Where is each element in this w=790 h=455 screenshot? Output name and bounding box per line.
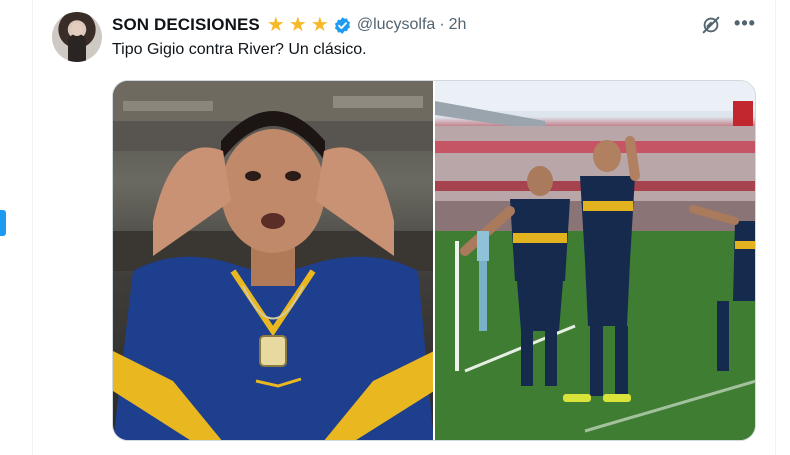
photo-player-listening <box>113 81 433 440</box>
avatar[interactable] <box>52 12 102 62</box>
avatar-face <box>71 23 83 36</box>
star-icon: ★ <box>266 14 285 36</box>
display-name[interactable]: SON DECISIONES <box>112 15 260 35</box>
verified-badge-icon[interactable] <box>333 16 352 35</box>
media-image-left[interactable] <box>113 81 433 440</box>
media-image-right[interactable] <box>435 81 755 440</box>
timeline-column-border-left <box>32 0 33 455</box>
left-scroll-indicator <box>0 210 6 236</box>
timestamp[interactable]: 2h <box>449 16 467 34</box>
star-icon: ★ <box>288 14 307 36</box>
avatar-figure <box>68 34 86 62</box>
grok-icon[interactable] <box>700 14 722 36</box>
tweet-media[interactable] <box>112 80 756 441</box>
star-rating: ★ ★ ★ <box>266 15 330 35</box>
tweet-text: Tipo Gigio contra River? Un clásico. <box>112 41 367 58</box>
star-icon: ★ <box>310 14 329 36</box>
header-separator: · <box>439 16 445 33</box>
user-handle[interactable]: @lucysolfa <box>357 16 436 34</box>
photo-players-celebrating <box>435 81 755 440</box>
timeline-column-border-right <box>775 0 776 455</box>
tweet-header: SON DECISIONES ★ ★ ★ @lucysolfa · 2h <box>112 14 466 36</box>
more-options-icon[interactable]: ••• <box>734 14 756 36</box>
